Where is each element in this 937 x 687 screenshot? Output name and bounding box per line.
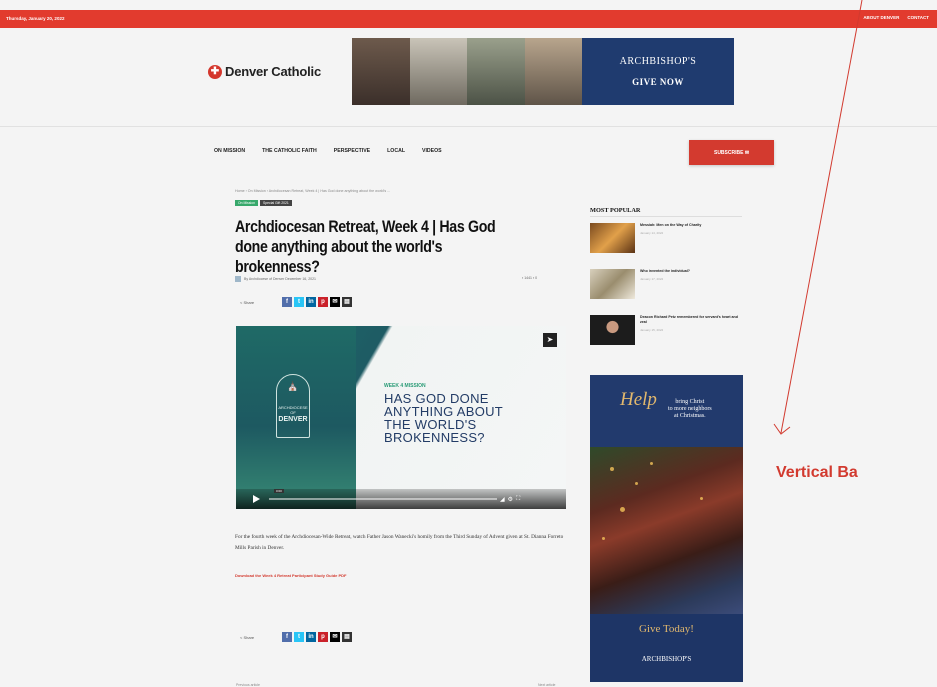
annotation-arrow-line <box>780 0 863 434</box>
screenshot-frame: Thursday, January 20, 2022 ABOUT DENVER … <box>0 0 937 687</box>
annotation-label: Vertical Ba <box>776 464 858 481</box>
page: Thursday, January 20, 2022 ABOUT DENVER … <box>0 0 937 687</box>
annotation-arrow <box>773 0 863 435</box>
